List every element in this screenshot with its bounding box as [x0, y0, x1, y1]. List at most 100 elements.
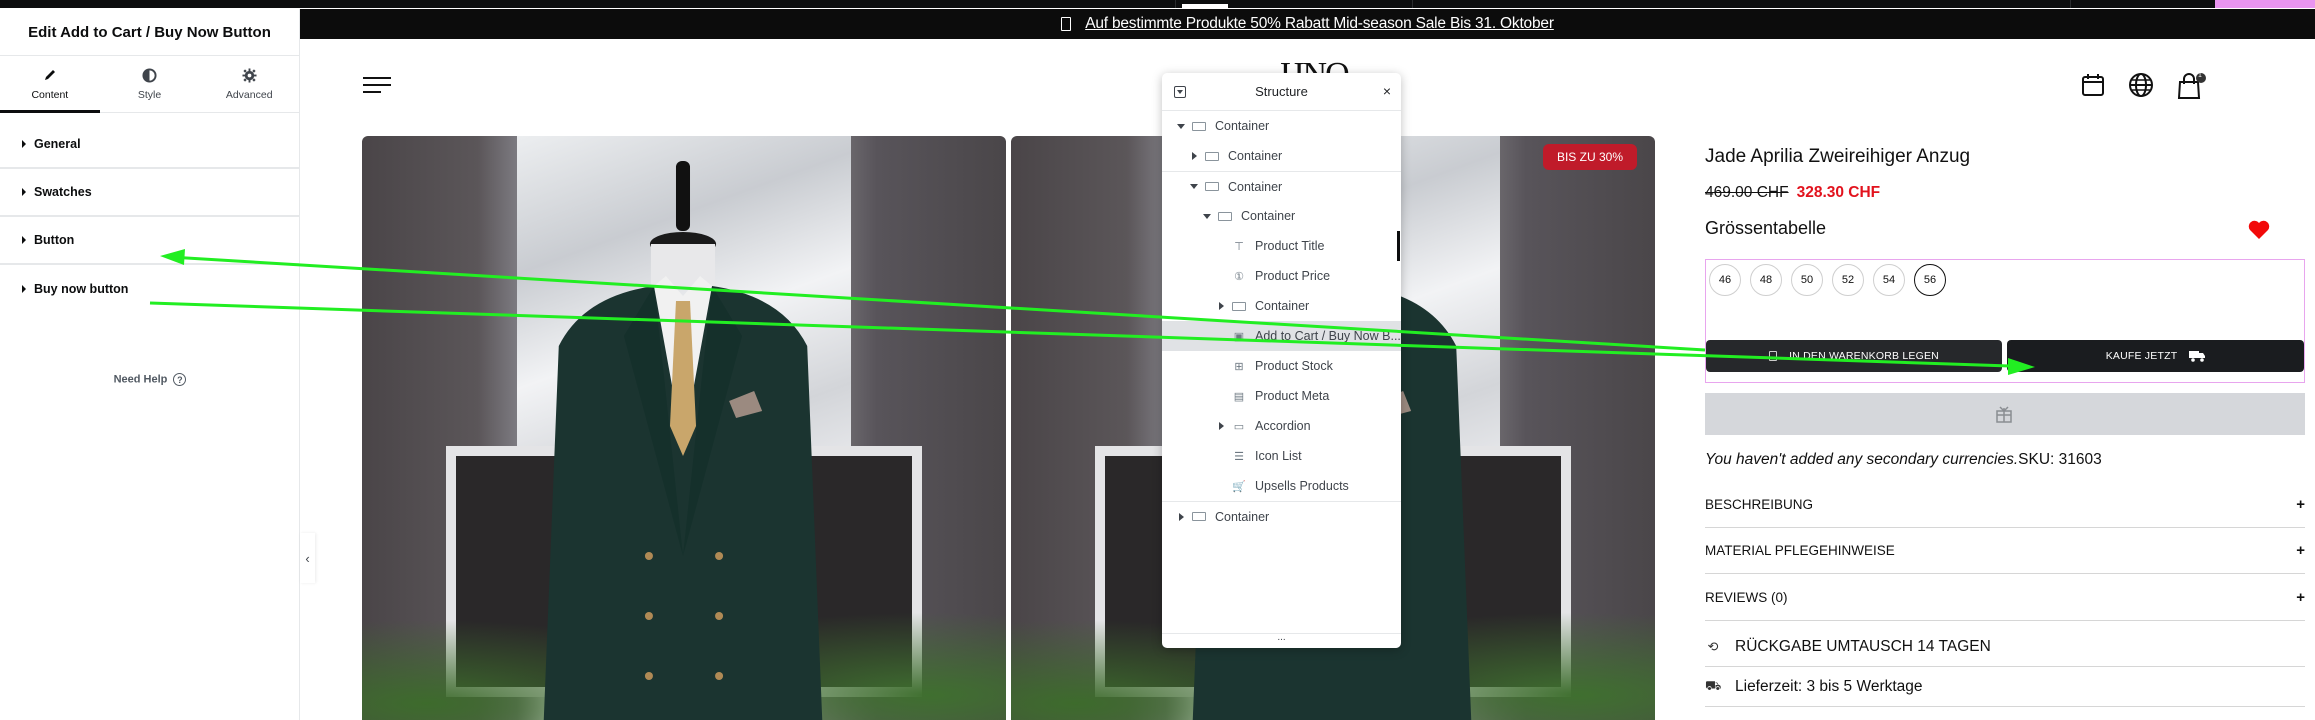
- buy-now-button[interactable]: KAUFE JETZT: [2007, 340, 2304, 372]
- size-swatch[interactable]: 56: [1914, 264, 1946, 296]
- structure-resize-handle[interactable]: ...: [1162, 633, 1401, 648]
- size-swatch[interactable]: 46: [1709, 264, 1741, 296]
- accordion-label: BESCHREIBUNG: [1705, 497, 1814, 512]
- globe-icon[interactable]: [2128, 72, 2156, 100]
- caret-down-icon[interactable]: [1202, 214, 1212, 219]
- structure-item-label: Product Meta: [1255, 389, 1330, 403]
- structure-item-label: Add to Cart / Buy Now B...: [1255, 329, 1401, 343]
- structure-item-label: Container: [1215, 119, 1270, 133]
- contrast-icon: [142, 67, 157, 83]
- structure-item[interactable]: Container: [1162, 141, 1401, 171]
- caret-down-icon[interactable]: [1176, 124, 1186, 129]
- accordion-label: MATERIAL PFLEGEHINWEISE: [1705, 543, 1895, 558]
- editor-panel: Edit Add to Cart / Buy Now Button Conten…: [0, 9, 300, 720]
- size-swatch[interactable]: 48: [1750, 264, 1782, 296]
- sale-price: 328.30 CHF: [1796, 184, 1881, 201]
- structure-item-label: Container: [1241, 209, 1296, 223]
- cart-count-badge: 1: [2198, 72, 2202, 79]
- caret-right-icon: [22, 285, 26, 293]
- section-label: Swatches: [34, 185, 92, 199]
- structure-item[interactable]: ▭ Accordion: [1162, 411, 1401, 441]
- section-swatches[interactable]: Swatches: [0, 169, 299, 217]
- feature-returns: ⟲ RÜCKGABE UMTAUSCH 14 TAGEN: [1705, 627, 2305, 667]
- add-to-cart-label: IN DEN WARENKORB LEGEN: [1789, 350, 1939, 362]
- caret-right-icon: [22, 236, 26, 244]
- gift-wrap-placeholder[interactable]: [1705, 393, 2305, 435]
- sku-label: SKU:: [2018, 451, 2055, 468]
- container-icon: [1192, 121, 1206, 131]
- menu-button[interactable]: [363, 77, 391, 95]
- tab-advanced[interactable]: Advanced: [199, 56, 299, 112]
- structure-item[interactable]: Container: [1162, 501, 1401, 531]
- calendar-icon[interactable]: [2080, 72, 2108, 100]
- structure-item[interactable]: Container: [1162, 291, 1401, 321]
- structure-item[interactable]: ▣ Add to Cart / Buy Now B...: [1162, 321, 1401, 351]
- structure-item[interactable]: Container: [1162, 171, 1401, 201]
- accordion-icon: ▭: [1233, 420, 1245, 433]
- caret-right-icon[interactable]: [1176, 513, 1186, 521]
- product-meta: You haven't added any secondary currenci…: [1705, 451, 2102, 469]
- structure-item[interactable]: ☰ Icon List: [1162, 441, 1401, 471]
- structure-item-label: Product Price: [1255, 269, 1331, 283]
- add-to-cart-button[interactable]: IN DEN WARENKORB LEGEN: [1706, 340, 2002, 372]
- suit-illustration: [543, 161, 823, 720]
- delivery-truck-icon: [2189, 351, 2206, 362]
- structure-item[interactable]: 🛒 Upsells Products: [1162, 471, 1401, 501]
- structure-item[interactable]: Container: [1162, 111, 1401, 141]
- accordion-material[interactable]: MATERIAL PFLEGEHINWEISE +: [1705, 528, 2305, 574]
- tab-style[interactable]: Style: [100, 56, 200, 112]
- close-icon[interactable]: ×: [1383, 83, 1391, 99]
- container-icon: [1205, 151, 1219, 161]
- structure-item[interactable]: Container: [1162, 201, 1401, 231]
- caret-right-icon[interactable]: [1189, 152, 1199, 160]
- product-image-main[interactable]: [362, 136, 1006, 720]
- help-icon: ?: [173, 373, 187, 386]
- need-help-link[interactable]: Need Help?: [0, 373, 300, 386]
- structure-title: Structure: [1255, 84, 1308, 99]
- tab-label: Content: [31, 89, 69, 101]
- tab-content[interactable]: Content: [0, 56, 100, 113]
- structure-item-label: Container: [1255, 299, 1310, 313]
- structure-header: Structure ×: [1162, 73, 1401, 111]
- promo-link[interactable]: Auf bestimmte Produkte 50% Rabatt Mid-se…: [1085, 15, 1554, 33]
- container-icon: [1205, 182, 1219, 191]
- product-price: 469.00 CHF 328.30 CHF: [1705, 184, 1880, 202]
- currency-note: You haven't added any secondary currenci…: [1705, 451, 2019, 468]
- section-list: General Swatches Button Buy now button: [0, 121, 299, 313]
- structure-toggle-icon[interactable]: [1174, 86, 1186, 98]
- strip-divider: [1412, 0, 1413, 8]
- structure-item[interactable]: ▤ Product Meta: [1162, 381, 1401, 411]
- browser-top-strip: [0, 0, 2315, 8]
- caret-down-icon[interactable]: [1189, 184, 1199, 189]
- section-general[interactable]: General: [0, 121, 299, 169]
- accordion-reviews[interactable]: REVIEWS (0) +: [1705, 575, 2305, 621]
- accordion-beschreibung[interactable]: BESCHREIBUNG +: [1705, 482, 2305, 528]
- section-button[interactable]: Button: [0, 217, 299, 265]
- size-swatch[interactable]: 50: [1791, 264, 1823, 296]
- section-label: Buy now button: [34, 282, 129, 296]
- icon-list-icon: ☰: [1234, 450, 1244, 463]
- caret-right-icon[interactable]: [1216, 422, 1226, 430]
- cart-bag-icon[interactable]: 1: [2177, 72, 2206, 100]
- size-swatches: 46 48 50 52 54 56: [1709, 264, 1946, 296]
- tab-label: Advanced: [225, 89, 273, 101]
- tab-label: Style: [137, 89, 162, 101]
- section-buy-now-button[interactable]: Buy now button: [0, 265, 299, 313]
- feature-delivery: ⛟ Lieferzeit: 3 bis 5 Werktage: [1705, 667, 2305, 707]
- structure-scrollbar[interactable]: [1397, 231, 1400, 261]
- caret-right-icon[interactable]: [1216, 302, 1226, 310]
- help-label: Need Help: [113, 373, 168, 386]
- collapse-panel-button[interactable]: ‹: [300, 533, 315, 583]
- structure-item[interactable]: ⊞ Product Stock: [1162, 351, 1401, 381]
- plus-icon: +: [2296, 496, 2305, 513]
- container-icon: [1192, 512, 1206, 521]
- pencil-icon: [43, 67, 57, 83]
- size-chart-link[interactable]: Grössentabelle: [1705, 218, 1826, 239]
- structure-item[interactable]: ① Product Price: [1162, 261, 1401, 291]
- structure-item[interactable]: ⊤ Product Title: [1162, 231, 1401, 261]
- product-price-icon: ①: [1234, 270, 1244, 283]
- size-swatch[interactable]: 52: [1832, 264, 1864, 296]
- size-swatch[interactable]: 54: [1873, 264, 1905, 296]
- wishlist-heart-icon[interactable]: [2248, 220, 2270, 240]
- buy-now-label: KAUFE JETZT: [2105, 350, 2178, 362]
